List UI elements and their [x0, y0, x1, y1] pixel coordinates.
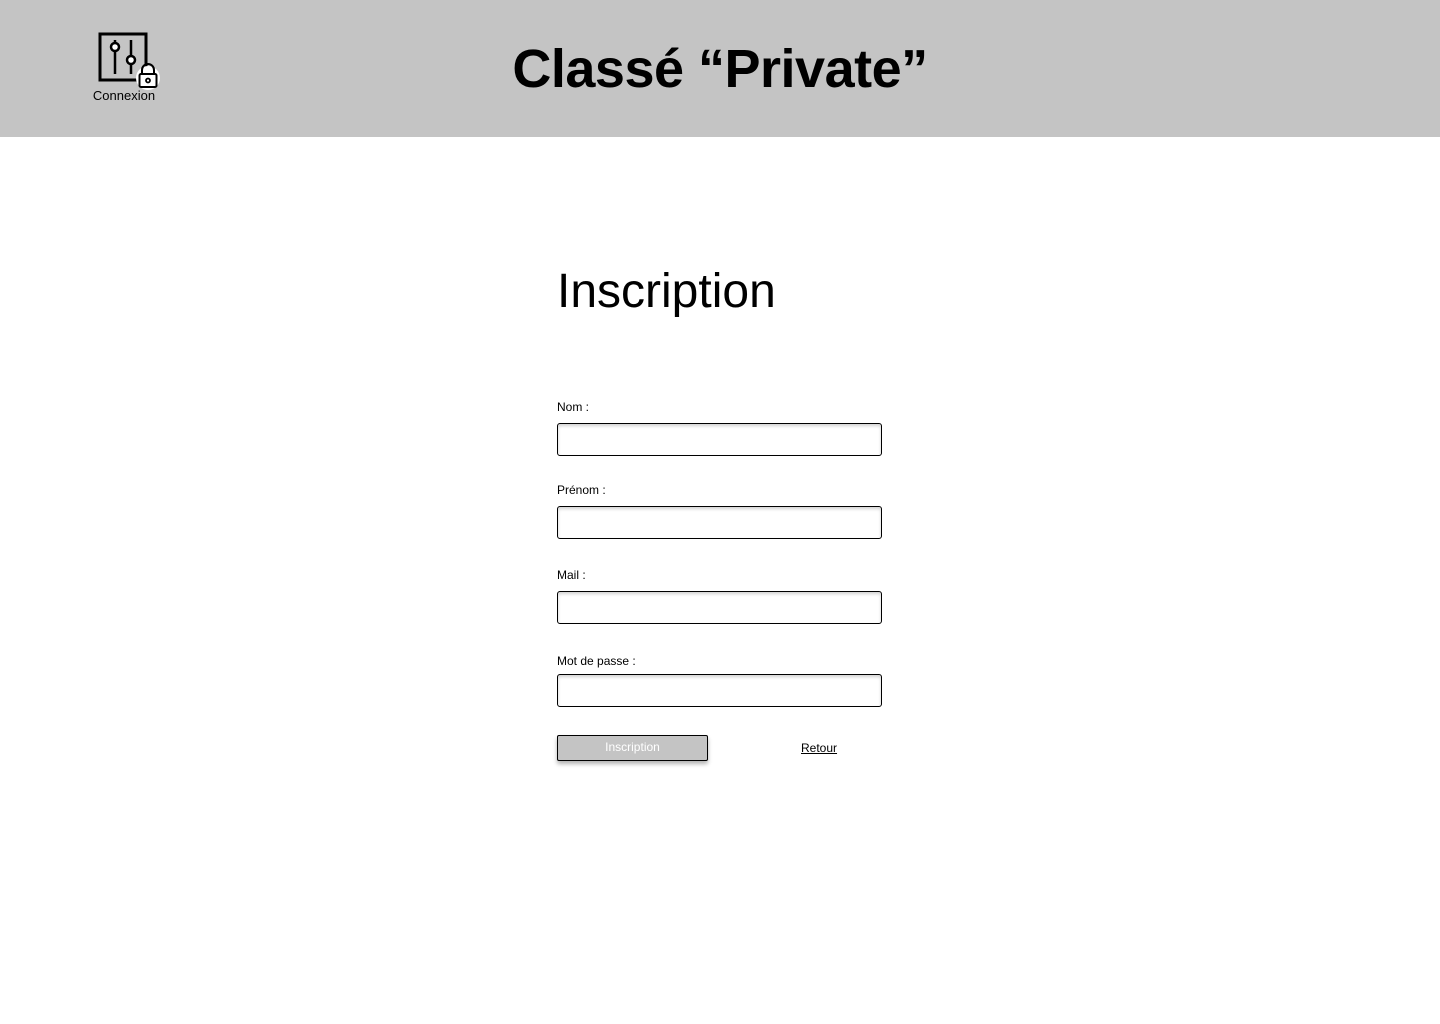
password-label: Mot de passe : — [557, 654, 636, 668]
last-name-field[interactable] — [557, 423, 882, 456]
top-banner: Connexion Classé “Private” — [0, 0, 1440, 137]
email-label: Mail : — [557, 568, 586, 582]
first-name-field[interactable] — [557, 506, 882, 539]
page-title: Inscription — [557, 265, 776, 318]
last-name-label: Nom : — [557, 400, 590, 414]
signup-button[interactable]: Inscription — [557, 735, 708, 761]
app-title: Classé “Private” — [512, 39, 928, 99]
password-field[interactable] — [557, 674, 882, 707]
back-link[interactable]: Retour — [801, 740, 837, 756]
email-field[interactable] — [557, 591, 882, 624]
first-name-label: Prénom : — [557, 483, 606, 497]
